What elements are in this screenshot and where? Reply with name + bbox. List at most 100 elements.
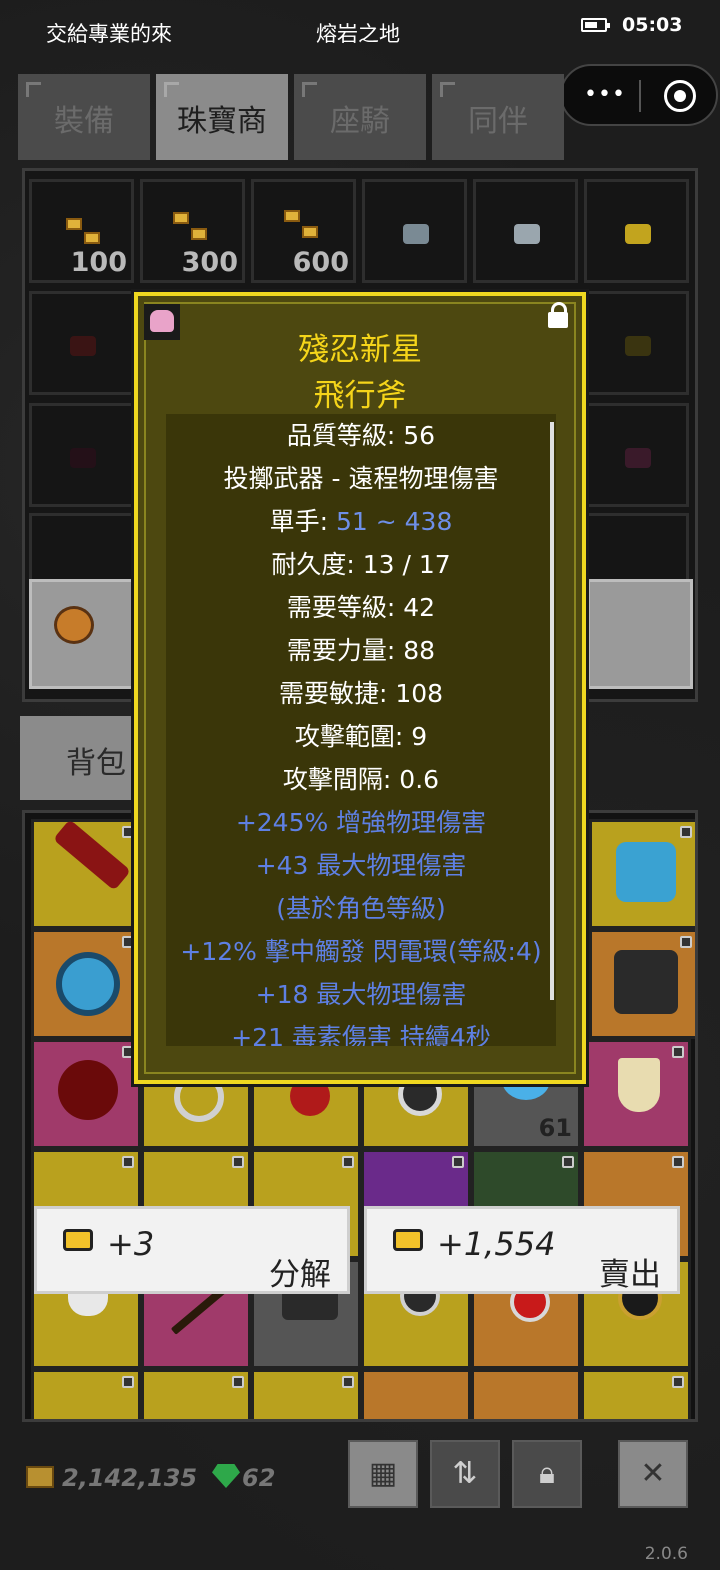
grid-icon: ▦ bbox=[368, 1456, 398, 1491]
lock-icon bbox=[122, 826, 134, 838]
item-type: 飛行斧 bbox=[313, 378, 407, 414]
lock-icon bbox=[680, 936, 692, 948]
inventory-slot[interactable] bbox=[471, 1369, 581, 1419]
gem-balance: 62 bbox=[242, 1464, 276, 1492]
shop-item-gold-100[interactable]: 100 bbox=[29, 179, 134, 283]
sort-button[interactable]: ⇅ bbox=[430, 1440, 500, 1508]
shop-item-slot[interactable] bbox=[29, 403, 134, 507]
lock-icon bbox=[122, 1376, 134, 1388]
lock-icon bbox=[562, 1156, 574, 1168]
stat-required-dexterity: 需要敏捷: 108 bbox=[278, 679, 444, 708]
stat-durability: 耐久度: 13 / 17 bbox=[271, 550, 451, 579]
shop-item-gold-300[interactable]: 300 bbox=[140, 179, 245, 283]
inventory-slot[interactable] bbox=[589, 929, 695, 1039]
inventory-slot[interactable] bbox=[361, 1369, 471, 1419]
blue-shield-icon bbox=[56, 952, 120, 1016]
version-label: 2.0.6 bbox=[644, 1544, 688, 1564]
status-left-text: 交給專業的來 bbox=[46, 22, 172, 46]
bottom-bar: 2,142,135 62 ▦ ⇅ 🔒︎ ✕ 2.0.6 bbox=[0, 1430, 720, 1570]
lock-icon bbox=[672, 1046, 684, 1058]
affix-line: +21 毒素傷害 持續4秒 bbox=[231, 1023, 491, 1046]
shop-item-gold-nugget[interactable] bbox=[584, 179, 689, 283]
tab-jeweler[interactable]: 珠寶商 bbox=[156, 74, 288, 160]
lock-icon bbox=[232, 1376, 244, 1388]
item-stats[interactable]: 品質等級: 56 投擲武器 - 遠程物理傷害 單手: 51 ~ 438 耐久度:… bbox=[166, 414, 556, 1046]
shop-item-silver-ore[interactable] bbox=[362, 179, 467, 283]
coin-balance: 2,142,135 bbox=[62, 1464, 198, 1492]
silver-ore-icon bbox=[514, 224, 540, 244]
close-target-icon[interactable] bbox=[664, 80, 696, 112]
silver-ore-icon bbox=[403, 224, 429, 244]
stat-required-level: 需要等級: 42 bbox=[286, 593, 436, 622]
inventory-slot[interactable] bbox=[31, 1369, 141, 1419]
shop-item-silver-ore[interactable] bbox=[473, 179, 578, 283]
shop-item-slot[interactable] bbox=[29, 291, 134, 395]
status-bar: 交給專業的來 熔岩之地 05:03 bbox=[0, 0, 720, 64]
inventory-slot[interactable] bbox=[31, 929, 141, 1039]
close-button[interactable]: ✕ bbox=[618, 1440, 688, 1508]
capsule-divider bbox=[639, 80, 641, 112]
stack-count: 61 bbox=[538, 1114, 572, 1142]
monkey-face-icon bbox=[54, 606, 94, 644]
dark-armor-icon bbox=[614, 950, 678, 1014]
stat-category: 投擲武器 - 遠程物理傷害 bbox=[223, 464, 499, 493]
inventory-slot[interactable] bbox=[141, 1369, 251, 1419]
sell-label: 賣出 bbox=[599, 1257, 661, 1293]
gold-coins-icon bbox=[393, 1229, 423, 1251]
lock-button[interactable]: 🔒︎ bbox=[512, 1440, 582, 1508]
stat-damage-value: 51 ~ 438 bbox=[336, 507, 453, 536]
shop-side-button[interactable] bbox=[587, 579, 693, 689]
shop-item-slot[interactable] bbox=[584, 291, 689, 395]
affix-line: +18 最大物理傷害 bbox=[255, 980, 467, 1009]
lock-icon bbox=[122, 936, 134, 948]
gold-ore-icon bbox=[84, 232, 100, 244]
lock-icon bbox=[232, 1156, 244, 1168]
inventory-slot[interactable] bbox=[589, 819, 695, 929]
gold-ore-icon bbox=[173, 212, 189, 224]
gold-ore-icon bbox=[66, 218, 82, 230]
status-time: 05:03 bbox=[622, 14, 683, 36]
affix-line: (基於角色等級) bbox=[276, 894, 446, 923]
pink-gem-icon bbox=[625, 448, 651, 468]
item-quantity: 600 bbox=[292, 247, 349, 278]
lock-icon bbox=[672, 1376, 684, 1388]
dismantle-button[interactable]: +3 分解 bbox=[34, 1206, 350, 1294]
gold-ore-icon bbox=[302, 226, 318, 238]
inventory-slot[interactable] bbox=[31, 819, 141, 929]
gold-ore-icon bbox=[284, 210, 300, 222]
blue-armor-icon bbox=[616, 842, 676, 902]
shop-item-slot[interactable] bbox=[584, 403, 689, 507]
grid-view-button[interactable]: ▦ bbox=[348, 1440, 418, 1508]
lock-icon bbox=[342, 1376, 354, 1388]
inventory-slot[interactable] bbox=[31, 1039, 141, 1149]
material-icon bbox=[63, 1229, 93, 1251]
gold-nugget-icon bbox=[625, 224, 651, 244]
status-center-text: 熔岩之地 bbox=[316, 22, 400, 46]
inventory-slot[interactable] bbox=[581, 1369, 691, 1419]
stat-quality: 品質等級: 56 bbox=[286, 421, 436, 450]
battery-icon bbox=[581, 18, 610, 32]
red-helmet-icon bbox=[58, 1060, 118, 1120]
tooltip-scrollbar[interactable] bbox=[550, 422, 554, 1000]
npc-button[interactable] bbox=[29, 579, 147, 689]
stat-damage-label: 單手: bbox=[269, 507, 336, 536]
tab-equipment[interactable]: 裝備 bbox=[18, 74, 150, 160]
amber-gem-icon bbox=[625, 336, 651, 356]
lock-icon: 🔒︎ bbox=[539, 1456, 555, 1491]
tab-mount[interactable]: 座騎 bbox=[294, 74, 426, 160]
shop-item-gold-600[interactable]: 600 bbox=[251, 179, 356, 283]
more-dots-icon[interactable]: ••• bbox=[584, 82, 626, 107]
tab-bag[interactable]: 背包 bbox=[20, 716, 136, 800]
dismantle-amount: +3 bbox=[107, 1225, 155, 1263]
sell-button[interactable]: +1,554 賣出 bbox=[364, 1206, 680, 1294]
inventory-slot[interactable] bbox=[251, 1369, 361, 1419]
lock-icon bbox=[122, 1046, 134, 1058]
item-name: 殘忍新星 bbox=[298, 332, 422, 368]
lock-icon bbox=[122, 1156, 134, 1168]
tab-companion[interactable]: 同伴 bbox=[432, 74, 564, 160]
emerald-icon bbox=[212, 1464, 240, 1488]
inventory-slot[interactable] bbox=[581, 1039, 691, 1149]
gold-ore-icon bbox=[191, 228, 207, 240]
dismantle-label: 分解 bbox=[269, 1257, 331, 1293]
lock-icon bbox=[672, 1156, 684, 1168]
